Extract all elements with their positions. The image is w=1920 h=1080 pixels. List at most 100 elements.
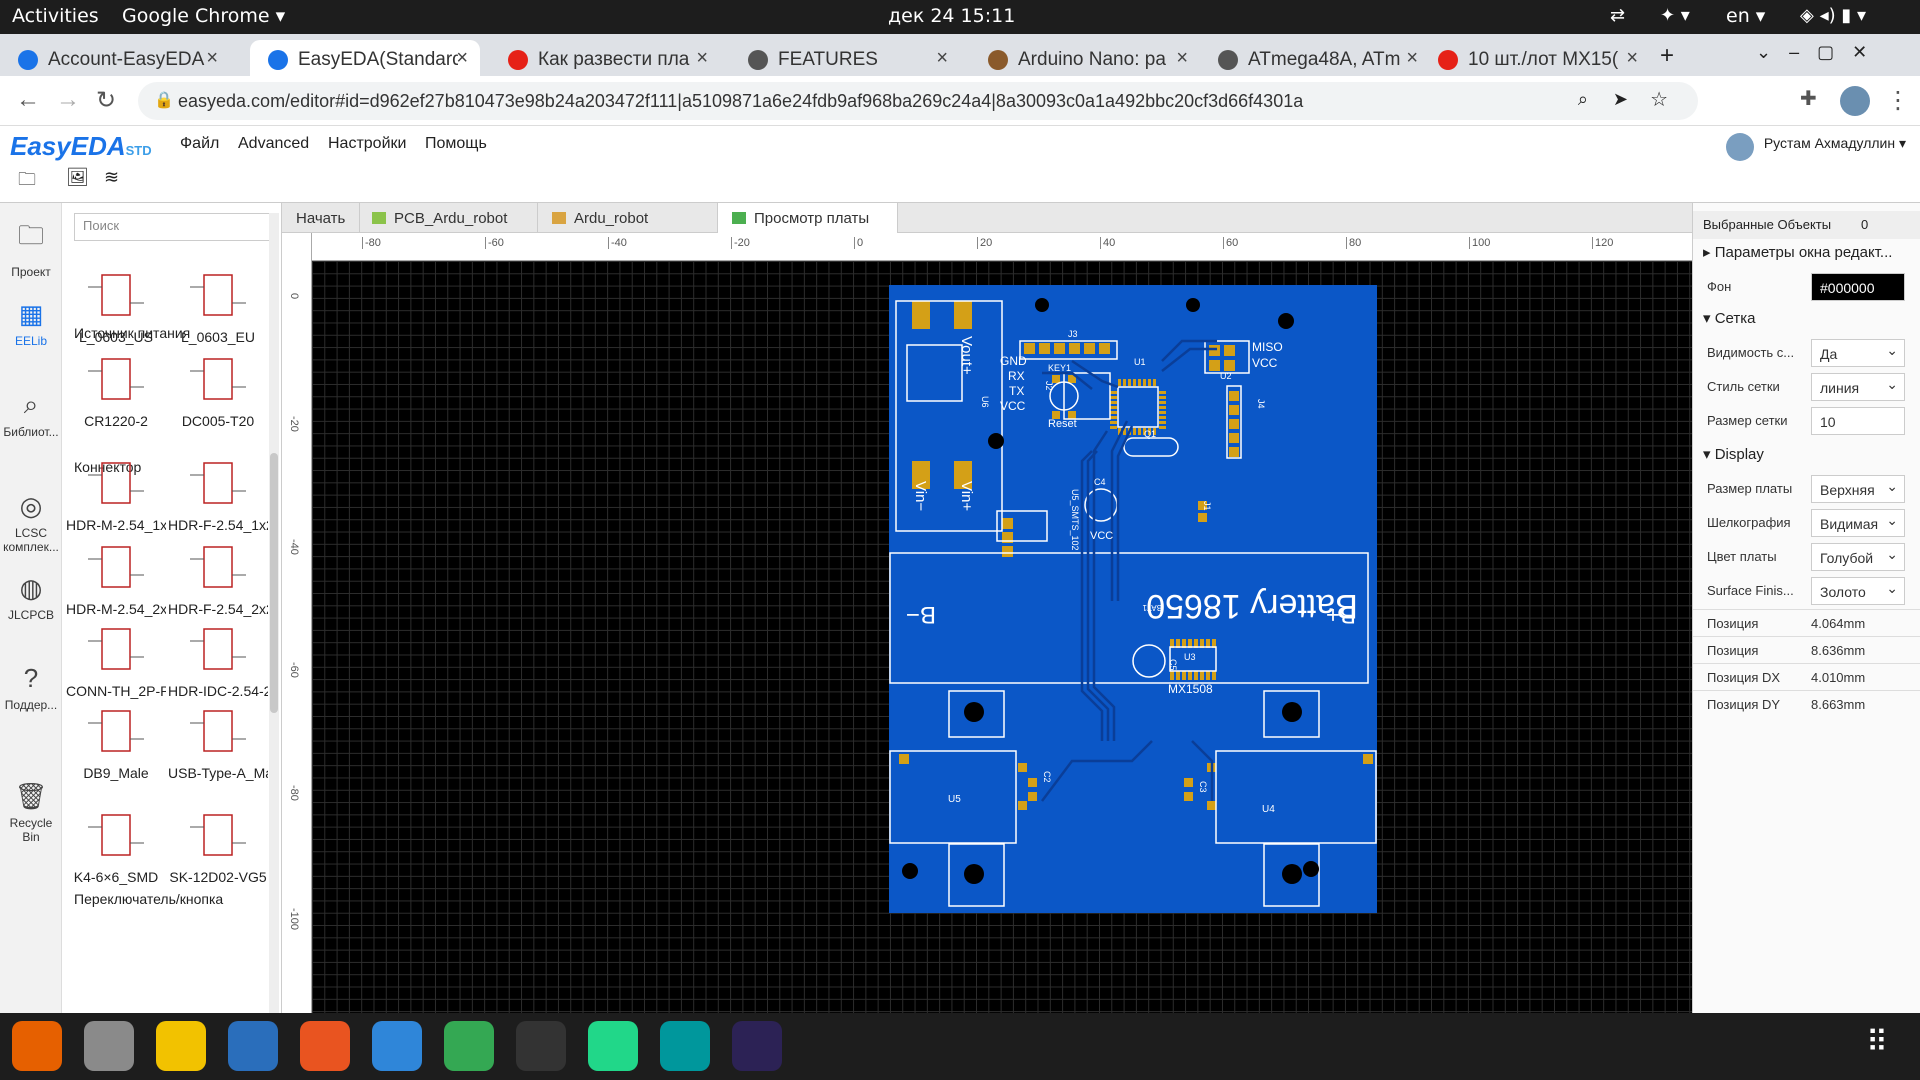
- activities-button[interactable]: Activities: [12, 5, 99, 27]
- pcb-pad[interactable]: [1200, 671, 1204, 680]
- pcb-pad[interactable]: [1170, 671, 1174, 680]
- rail-item[interactable]: ◍ JLCPCB: [0, 573, 62, 622]
- library-part[interactable]: SK-12D02-VG5: [168, 791, 268, 891]
- clock[interactable]: дек 24 15:11: [888, 5, 1015, 27]
- close-tab-icon[interactable]: ×: [206, 47, 218, 70]
- grid-style-select[interactable]: линия: [1811, 373, 1905, 401]
- pcb-pad[interactable]: [1110, 406, 1117, 409]
- library-search-input[interactable]: Поиск: [74, 213, 270, 241]
- arduino-icon[interactable]: [660, 1021, 710, 1071]
- pcb-pad[interactable]: [1110, 401, 1117, 404]
- pcb-pad[interactable]: [1039, 343, 1050, 354]
- rail-item[interactable]: 🗑 Recycle Bin: [0, 781, 62, 844]
- pcb-pad[interactable]: [1133, 428, 1136, 435]
- tab-schematic[interactable]: Ardu_robot: [538, 203, 718, 233]
- browser-tab[interactable]: ATmega48A, ATm ×: [1200, 40, 1430, 76]
- browser-tab[interactable]: FEATURES ×: [730, 40, 960, 76]
- rail-item[interactable]: ⌕ Библиот...: [0, 389, 62, 439]
- pcb-pad[interactable]: [1224, 345, 1235, 356]
- pcb-pad[interactable]: [1159, 391, 1166, 394]
- pcb-pad[interactable]: [1110, 416, 1117, 419]
- bookmark-star-icon[interactable]: ☆: [1650, 87, 1668, 112]
- pcb-pad[interactable]: [1159, 416, 1166, 419]
- tab-pcb[interactable]: PCB_Ardu_robot: [358, 203, 538, 233]
- pycharm-icon[interactable]: [588, 1021, 638, 1071]
- pcb-pad[interactable]: [1018, 801, 1027, 810]
- zoom-icon[interactable]: ⌕: [1578, 89, 1588, 110]
- pcb-pad[interactable]: [1069, 343, 1080, 354]
- surface-finish-select[interactable]: Золото: [1811, 577, 1905, 605]
- pcb-pad[interactable]: [1054, 343, 1065, 354]
- browser-tab[interactable]: Как развести пла ×: [490, 40, 720, 76]
- chrome-menu-icon[interactable]: ⋮: [1886, 86, 1910, 115]
- image-icon[interactable]: 🖼: [66, 167, 89, 188]
- pcb-pad[interactable]: [1138, 428, 1141, 435]
- menu-advanced[interactable]: Advanced: [238, 135, 309, 153]
- pcb-pad[interactable]: [1018, 763, 1027, 772]
- pcb-canvas[interactable]: Vout+ Vin− Vin+ U6 J3 KEY1 Reset U1 U2 MISO VCC GND…: [312, 261, 1692, 1013]
- pcb-pad[interactable]: [1184, 792, 1193, 801]
- forward-icon[interactable]: →: [56, 86, 80, 114]
- pcb-pad[interactable]: [1229, 447, 1239, 457]
- pcb-pad[interactable]: [1084, 343, 1095, 354]
- show-apps-icon[interactable]: ⠿: [1866, 1025, 1890, 1060]
- library-scrollbar[interactable]: [269, 213, 279, 1013]
- rail-item[interactable]: 🗀 Проект: [0, 217, 62, 279]
- extensions-icon[interactable]: ✚: [1800, 86, 1817, 111]
- pcb-pad[interactable]: [1159, 396, 1166, 399]
- menu-help[interactable]: Помощь: [425, 135, 487, 153]
- close-tab-icon[interactable]: ×: [696, 47, 708, 70]
- tab-board-view[interactable]: Просмотр платы: [718, 203, 898, 233]
- menu-file[interactable]: Файл: [180, 135, 219, 153]
- pcb-pad[interactable]: [1110, 421, 1117, 424]
- eclipse-icon[interactable]: [732, 1021, 782, 1071]
- accessibility-icon[interactable]: ✦ ▾: [1660, 5, 1690, 26]
- open-folder-icon[interactable]: 🗀: [18, 167, 36, 197]
- board-color-select[interactable]: Голубой: [1811, 543, 1905, 571]
- board-size-select[interactable]: Верхняя: [1811, 475, 1905, 503]
- library-part[interactable]: DB9_Male: [66, 687, 166, 787]
- grid-section[interactable]: ▾ Сетка: [1693, 309, 1920, 327]
- position-value[interactable]: 4.010mm: [1811, 670, 1865, 685]
- user-avatar[interactable]: [1726, 133, 1754, 161]
- send-icon[interactable]: ➤: [1613, 89, 1628, 110]
- pcb-pad[interactable]: [1110, 396, 1117, 399]
- library-part[interactable]: K4-6×6_SMD: [66, 791, 166, 891]
- pcb-pad[interactable]: [1148, 379, 1151, 386]
- pcb-pad[interactable]: [1159, 401, 1166, 404]
- pcb-pad[interactable]: [1188, 671, 1192, 680]
- pcb-pad[interactable]: [912, 301, 930, 329]
- pcb-pad[interactable]: [1123, 379, 1126, 386]
- library-part[interactable]: USB-Type-A_Male: [168, 687, 268, 787]
- writer-icon[interactable]: [228, 1021, 278, 1071]
- pcb-pad[interactable]: [1110, 391, 1117, 394]
- rail-item[interactable]: ◎ LCSC комплек...: [0, 491, 62, 554]
- pcb-pad[interactable]: [1182, 671, 1186, 680]
- pcb-pad[interactable]: [1002, 518, 1013, 529]
- network-icon[interactable]: ⇄: [1610, 5, 1625, 26]
- tab-start[interactable]: Начать: [282, 203, 361, 233]
- close-tab-icon[interactable]: ×: [1626, 47, 1638, 70]
- browser-tab[interactable]: EasyEDA(Standard ×: [250, 40, 480, 76]
- rail-item[interactable]: ▦ EELib: [0, 299, 62, 348]
- rail-item[interactable]: ? Поддер...: [0, 663, 62, 712]
- pcb-pad[interactable]: [954, 301, 972, 329]
- position-value[interactable]: 8.636mm: [1811, 643, 1865, 658]
- pcb-pad[interactable]: [1194, 671, 1198, 680]
- terminal-icon[interactable]: [516, 1021, 566, 1071]
- pcb-pad[interactable]: [899, 754, 909, 764]
- grid-visibility-select[interactable]: Да: [1811, 339, 1905, 367]
- pcb-pad[interactable]: [1028, 778, 1037, 787]
- pcb-pad[interactable]: [1133, 379, 1136, 386]
- chrome-icon[interactable]: [444, 1021, 494, 1071]
- menu-settings[interactable]: Настройки: [328, 135, 406, 153]
- pcb-pad[interactable]: [1229, 405, 1239, 415]
- back-icon[interactable]: ←: [16, 86, 40, 114]
- silkscreen-select[interactable]: Видимая: [1811, 509, 1905, 537]
- library-part[interactable]: CR1220-2: [66, 335, 166, 435]
- browser-tab[interactable]: 10 шт./лот MX15(×: [1420, 40, 1650, 76]
- pcb-pad[interactable]: [1110, 426, 1117, 429]
- pcb-pad[interactable]: [1118, 379, 1121, 386]
- pcb-pad[interactable]: [1099, 343, 1110, 354]
- library-part[interactable]: DC005-T20: [168, 335, 268, 435]
